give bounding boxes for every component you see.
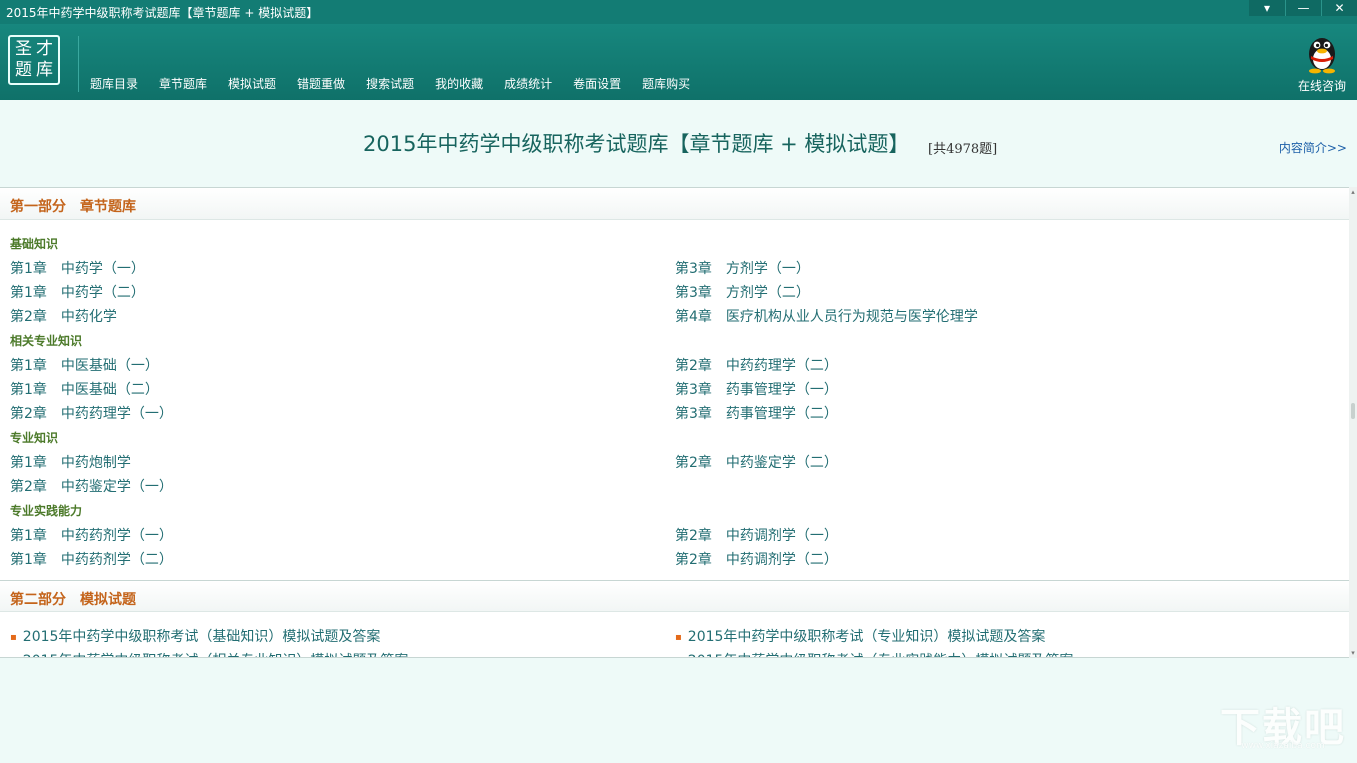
watermark-url: www.xiazaiba.com bbox=[1241, 741, 1325, 751]
chapter-link[interactable]: 第1章 中药炮制学 bbox=[10, 452, 131, 472]
chapter-link[interactable]: 第3章 药事管理学（一） bbox=[675, 379, 838, 399]
section-header-mock: 第二部分 模拟试题 bbox=[0, 580, 1349, 612]
content-panel: 第一部分 章节题库 基础知识 第1章 中药学（一） 第1章 中药学（二） 第2章… bbox=[0, 187, 1349, 658]
shengcai-logo: 圣 才 题 库 bbox=[8, 35, 60, 85]
group-heading: 相关专业知识 bbox=[10, 334, 83, 348]
chapter-link[interactable]: 第2章 中药药理学（二） bbox=[675, 355, 838, 375]
group-heading: 基础知识 bbox=[10, 237, 59, 251]
nav-redo-wrong[interactable]: 错题重做 bbox=[297, 75, 345, 92]
mock-exam-link[interactable]: 2015年中药学中级职称考试（基础知识）模拟试题及答案 bbox=[10, 626, 381, 646]
minimize-button[interactable]: — bbox=[1285, 0, 1321, 16]
chapter-link[interactable]: 第2章 中药鉴定学（二） bbox=[675, 452, 838, 472]
page-title: 2015年中药学中级职称考试题库【章节题库 + 模拟试题】 bbox=[363, 132, 910, 156]
nav-paper-settings[interactable]: 卷面设置 bbox=[573, 75, 621, 92]
scroll-down-icon[interactable]: ▾ bbox=[1350, 650, 1356, 657]
chapter-link[interactable]: 第1章 中医基础（二） bbox=[10, 379, 159, 399]
group-heading: 专业实践能力 bbox=[10, 504, 83, 518]
section-header-chapters: 第一部分 章节题库 bbox=[0, 188, 1349, 220]
question-count: [共4978题] bbox=[928, 142, 998, 157]
chapter-link[interactable]: 第1章 中医基础（一） bbox=[10, 355, 159, 375]
nav-mock-exam[interactable]: 模拟试题 bbox=[228, 75, 276, 92]
consult-label: 在线咨询 bbox=[1297, 79, 1346, 93]
header-divider bbox=[78, 36, 79, 92]
group-heading: 专业知识 bbox=[10, 431, 59, 445]
nav-score-stats[interactable]: 成绩统计 bbox=[504, 75, 552, 92]
chapter-link[interactable]: 第2章 中药调剂学（二） bbox=[675, 549, 838, 569]
window-title: 2015年中药学中级职称考试题库【章节题库 + 模拟试题】 bbox=[6, 6, 319, 20]
chapter-link[interactable]: 第3章 药事管理学（二） bbox=[675, 403, 838, 423]
chapter-link[interactable]: 第2章 中药药理学（一） bbox=[10, 403, 173, 423]
intro-link[interactable]: 内容简介>> bbox=[1279, 139, 1347, 156]
nav-chapter-bank[interactable]: 章节题库 bbox=[159, 75, 207, 92]
scroll-thumb[interactable] bbox=[1351, 403, 1355, 419]
menu-dropdown-button[interactable]: ▾ bbox=[1249, 0, 1285, 16]
app-header: 圣 才 题 库 题库目录 章节题库 模拟试题 错题重做 搜索试题 我的收藏 成绩… bbox=[0, 24, 1357, 100]
close-button[interactable]: ✕ bbox=[1321, 0, 1357, 16]
mock-exam-link[interactable]: 2015年中药学中级职称考试（相关专业知识）模拟试题及答案 bbox=[10, 650, 409, 657]
chapter-link[interactable]: 第1章 中药学（二） bbox=[10, 282, 145, 302]
title-bar: 2015年中药学中级职称考试题库【章节题库 + 模拟试题】 ▾ — ✕ bbox=[0, 0, 1357, 24]
main-nav: 题库目录 章节题库 模拟试题 错题重做 搜索试题 我的收藏 成绩统计 卷面设置 … bbox=[90, 75, 711, 92]
chapter-link[interactable]: 第3章 方剂学（一） bbox=[675, 258, 810, 278]
window-controls: ▾ — ✕ bbox=[1249, 0, 1357, 16]
nav-purchase[interactable]: 题库购买 bbox=[642, 75, 690, 92]
xiazaiba-watermark: 下载吧 www.xiazaiba.com bbox=[1217, 695, 1349, 755]
section-title-mock: 第二部分 模拟试题 bbox=[10, 592, 136, 608]
chapter-link[interactable]: 第1章 中药药剂学（一） bbox=[10, 525, 173, 545]
mock-exam-link[interactable]: 2015年中药学中级职称考试（专业知识）模拟试题及答案 bbox=[675, 626, 1046, 646]
chapter-link[interactable]: 第2章 中药调剂学（一） bbox=[675, 525, 838, 545]
chapter-link[interactable]: 第3章 方剂学（二） bbox=[675, 282, 810, 302]
chapter-link[interactable]: 第1章 中药药剂学（二） bbox=[10, 549, 173, 569]
mock-exam-link[interactable]: 2015年中药学中级职称考试（专业实践能力）模拟试题及答案 bbox=[675, 650, 1074, 657]
nav-search[interactable]: 搜索试题 bbox=[366, 75, 414, 92]
nav-catalog[interactable]: 题库目录 bbox=[90, 75, 138, 92]
online-consult-button[interactable]: 在线咨询 bbox=[1293, 30, 1351, 94]
nav-favorites[interactable]: 我的收藏 bbox=[435, 75, 483, 92]
vertical-scrollbar[interactable]: ▴ ▾ bbox=[1349, 187, 1357, 658]
chapter-link[interactable]: 第2章 中药化学 bbox=[10, 306, 117, 326]
chapter-link[interactable]: 第1章 中药学（一） bbox=[10, 258, 145, 278]
scroll-up-icon[interactable]: ▴ bbox=[1350, 189, 1356, 196]
chapter-link[interactable]: 第2章 中药鉴定学（一） bbox=[10, 476, 173, 496]
chapter-link[interactable]: 第4章 医疗机构从业人员行为规范与医学伦理学 bbox=[675, 306, 978, 326]
section-title-chapters: 第一部分 章节题库 bbox=[10, 199, 136, 215]
penguin-icon bbox=[1309, 38, 1335, 74]
